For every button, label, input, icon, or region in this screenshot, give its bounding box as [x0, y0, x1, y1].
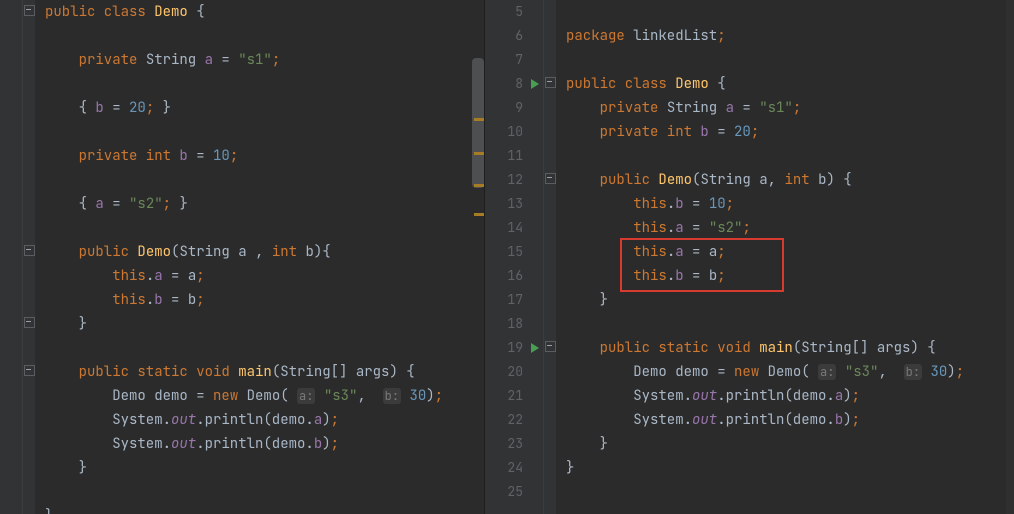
code-line[interactable]: public static void main(String[] args) {: [45, 360, 484, 384]
line-number: 23: [485, 432, 543, 456]
left-gutter: [0, 0, 23, 514]
code-line[interactable]: this.a = a;: [45, 264, 484, 288]
code-line[interactable]: }: [45, 504, 484, 514]
line-number: 25: [485, 480, 543, 504]
code-line[interactable]: [566, 312, 1014, 336]
code-line[interactable]: { a = "s2"; }: [45, 192, 484, 216]
code-line[interactable]: [45, 480, 484, 504]
code-line[interactable]: [45, 336, 484, 360]
code-line[interactable]: { b = 20; }: [45, 96, 484, 120]
line-number: 11: [485, 144, 543, 168]
code-line[interactable]: public class Demo {: [566, 72, 1014, 96]
change-marker[interactable]: [474, 184, 484, 187]
code-line[interactable]: private int b = 20;: [566, 120, 1014, 144]
line-number: 17: [485, 288, 543, 312]
fold-icon[interactable]: [545, 341, 556, 352]
line-number: 10: [485, 120, 543, 144]
fold-icon[interactable]: [24, 5, 35, 16]
code-line[interactable]: System.out.println(demo.a);: [566, 384, 1014, 408]
right-gutter: 5678910111213141516171819202122232425: [485, 0, 544, 514]
code-line[interactable]: this.a = "s2";: [566, 216, 1014, 240]
code-line[interactable]: Demo demo = new Demo( a: "s3", b: 30);: [45, 384, 484, 408]
line-number: 21: [485, 384, 543, 408]
code-line[interactable]: this.a = a;: [566, 240, 1014, 264]
code-line[interactable]: [566, 0, 1014, 24]
right-minimap[interactable]: [1006, 0, 1014, 514]
code-line[interactable]: [45, 120, 484, 144]
fold-icon[interactable]: [24, 317, 35, 328]
line-number: 16: [485, 264, 543, 288]
line-number: 5: [485, 0, 543, 24]
line-number: 18: [485, 312, 543, 336]
code-line[interactable]: [566, 480, 1014, 504]
code-line[interactable]: this.b = b;: [45, 288, 484, 312]
code-line[interactable]: private int b = 10;: [45, 144, 484, 168]
code-line[interactable]: }: [566, 432, 1014, 456]
line-number: 20: [485, 360, 543, 384]
line-number-column: 5678910111213141516171819202122232425: [485, 0, 543, 504]
vertical-scrollbar[interactable]: [472, 58, 484, 188]
code-line[interactable]: }: [45, 456, 484, 480]
code-line[interactable]: [45, 24, 484, 48]
diff-view-root: public class Demo { private String a = "…: [0, 0, 1014, 514]
left-code-area[interactable]: public class Demo { private String a = "…: [35, 0, 484, 514]
line-number: 6: [485, 24, 543, 48]
line-number: 22: [485, 408, 543, 432]
line-number: 7: [485, 48, 543, 72]
code-line[interactable]: this.b = b;: [566, 264, 1014, 288]
code-line[interactable]: [566, 48, 1014, 72]
left-fold-column: [23, 0, 35, 514]
code-line[interactable]: public static void main(String[] args) {: [566, 336, 1014, 360]
code-line[interactable]: this.b = 10;: [566, 192, 1014, 216]
code-line[interactable]: }: [566, 456, 1014, 480]
code-line[interactable]: Demo demo = new Demo( a: "s3", b: 30);: [566, 360, 1014, 384]
line-number: 15: [485, 240, 543, 264]
code-line[interactable]: }: [45, 312, 484, 336]
right-code-area[interactable]: package linkedList; public class Demo { p…: [556, 0, 1014, 514]
code-line[interactable]: private String a = "s1";: [45, 48, 484, 72]
code-line[interactable]: }: [566, 288, 1014, 312]
code-line[interactable]: public Demo(String a, int b) {: [566, 168, 1014, 192]
code-line[interactable]: package linkedList;: [566, 24, 1014, 48]
line-number: 12: [485, 168, 543, 192]
line-number: 8: [485, 72, 543, 96]
code-line[interactable]: [45, 216, 484, 240]
code-line[interactable]: System.out.println(demo.b);: [45, 432, 484, 456]
right-fold-column: [544, 0, 556, 514]
fold-icon[interactable]: [545, 173, 556, 184]
fold-icon[interactable]: [545, 77, 556, 88]
code-line[interactable]: System.out.println(demo.b);: [566, 408, 1014, 432]
code-line[interactable]: public Demo(String a , int b){: [45, 240, 484, 264]
fold-icon[interactable]: [24, 365, 35, 376]
code-line[interactable]: private String a = "s1";: [566, 96, 1014, 120]
code-line[interactable]: [45, 168, 484, 192]
line-number: 19: [485, 336, 543, 360]
left-change-markers: [472, 0, 484, 514]
right-editor-pane: 5678910111213141516171819202122232425 pa…: [485, 0, 1014, 514]
line-number: 13: [485, 192, 543, 216]
line-number: 14: [485, 216, 543, 240]
code-line[interactable]: [566, 144, 1014, 168]
code-line[interactable]: System.out.println(demo.a);: [45, 408, 484, 432]
change-marker[interactable]: [474, 152, 484, 155]
change-marker[interactable]: [474, 213, 484, 216]
line-number: 9: [485, 96, 543, 120]
code-line[interactable]: public class Demo {: [45, 0, 484, 24]
left-editor-pane: public class Demo { private String a = "…: [0, 0, 485, 514]
code-line[interactable]: [45, 72, 484, 96]
line-number: 24: [485, 456, 543, 480]
change-marker[interactable]: [474, 118, 484, 121]
fold-icon[interactable]: [24, 245, 35, 256]
